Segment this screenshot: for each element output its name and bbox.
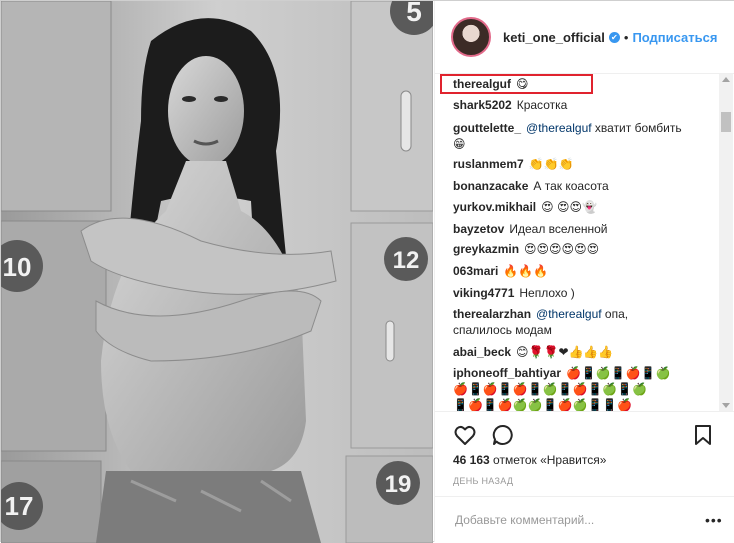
post-time[interactable]: ДЕНЬ НАЗАД: [453, 476, 513, 486]
verified-icon: ✔: [608, 31, 620, 43]
locker-number-10: 10: [3, 252, 32, 282]
instagram-post-window: 5 10 12 17 19 keti_one_official ✔ • Подп…: [0, 0, 734, 543]
comment-username[interactable]: therealarzhan: [453, 307, 531, 321]
comment-username[interactable]: iphoneoff_bahtiyar: [453, 366, 561, 380]
scrollbar-thumb[interactable]: [721, 112, 731, 132]
comment-text: 😍😍😍😍😍😍: [524, 242, 600, 256]
scroll-down-icon[interactable]: [722, 403, 730, 408]
comment-row: viking4771 Неплохо ): [453, 285, 715, 301]
author-username[interactable]: keti_one_official: [503, 30, 605, 45]
comment-username[interactable]: greykazmin: [453, 242, 519, 256]
post-header: keti_one_official ✔ • Подписаться: [435, 1, 734, 74]
comment-text: Идеал вселенной: [509, 222, 608, 236]
comment-row-continuation: 🍎📱🍎📱🍎📱🍏📱🍎📱🍏📱🍏: [453, 381, 715, 397]
comment-username[interactable]: viking4771: [453, 286, 514, 300]
comment-icon[interactable]: [491, 423, 515, 447]
heart-icon[interactable]: [453, 423, 477, 447]
comment-row: abai_beck 😊🌹🌹❤👍👍👍: [453, 344, 715, 360]
locker-number-12: 12: [393, 247, 420, 274]
comment-text: 😁: [453, 137, 466, 151]
comment-username[interactable]: 063mari: [453, 264, 498, 278]
comment-row: bonanzacake А так коасота: [453, 178, 715, 194]
likes-suffix: отметок «Нравится»: [489, 453, 607, 467]
comment-text: 👏👏👏: [528, 157, 574, 171]
header-text: keti_one_official ✔ • Подписаться: [503, 30, 717, 45]
avatar[interactable]: [451, 17, 491, 57]
comments-list[interactable]: therealguf 😋 shark5202 Красотка gouttelett…: [435, 74, 734, 411]
comment-input[interactable]: [453, 510, 697, 530]
comment-text: Неплохо ): [519, 286, 575, 300]
comments-scrollbar[interactable]: [719, 74, 733, 411]
comment-text: А так коасота: [533, 179, 609, 193]
action-bar: [435, 411, 734, 454]
locker-number-5: 5: [406, 1, 422, 27]
comment-text: 🍎📱🍏📱🍎📱🍏: [566, 366, 671, 380]
comment-text: 🍎📱🍎📱🍎📱🍏📱🍎📱🍏📱🍏: [453, 382, 648, 396]
likes-number: 46 163: [453, 453, 490, 467]
comment-row: therealarzhan @therealguf опа,: [453, 306, 715, 322]
scroll-up-icon[interactable]: [722, 77, 730, 82]
comment-row: therealguf 😋: [453, 76, 715, 92]
comment-username[interactable]: bayzetov: [453, 222, 504, 236]
locker-number-17: 17: [5, 491, 34, 521]
comment-text: 📱🍎📱🍎🍏🍏📱🍎🍏📱📱🍎: [453, 398, 633, 411]
comment-mention[interactable]: @therealguf: [536, 307, 602, 321]
post-photo[interactable]: 5 10 12 17 19: [1, 1, 433, 543]
comment-text: 😊🌹🌹❤👍👍👍: [516, 345, 614, 359]
comment-row: greykazmin 😍😍😍😍😍😍: [453, 241, 715, 257]
comment-row: 063mari 🔥🔥🔥: [453, 263, 715, 279]
photo-illustration: 5 10 12 17 19: [1, 1, 433, 543]
comment-username[interactable]: shark5202: [453, 98, 512, 112]
comment-text: спалилось модам: [453, 323, 552, 337]
comment-text: хватит бомбить: [591, 121, 682, 135]
post-details-panel: keti_one_official ✔ • Подписаться therea…: [434, 1, 734, 542]
comment-row: shark5202 Красотка: [453, 97, 715, 113]
follow-button[interactable]: Подписаться: [632, 30, 717, 45]
comment-row-continuation: 📱🍎📱🍎🍏🍏📱🍎🍏📱📱🍎: [453, 397, 715, 411]
comment-username[interactable]: ruslanmem7: [453, 157, 524, 171]
comment-row: ruslanmem7 👏👏👏: [453, 156, 715, 172]
likes-count[interactable]: 46 163 отметок «Нравится»: [453, 453, 606, 467]
locker-number-19: 19: [385, 471, 412, 498]
comment-row: bayzetov Идеал вселенной: [453, 221, 715, 237]
comment-text: опа,: [601, 307, 629, 321]
comment-text: 🔥🔥🔥: [503, 264, 549, 278]
comment-username[interactable]: bonanzacake: [453, 179, 528, 193]
comment-text: 😍 😍😍👻: [541, 200, 597, 214]
comment-row: yurkov.mikhail 😍 😍😍👻: [453, 199, 715, 215]
comment-username[interactable]: gouttelette_: [453, 121, 521, 135]
comment-row: gouttelette_ @therealguf хватит бомбить: [453, 120, 715, 136]
comment-text: 😋: [516, 77, 529, 91]
comment-text: Красотка: [516, 98, 568, 112]
comment-row: iphoneoff_bahtiyar 🍎📱🍏📱🍎📱🍏: [453, 365, 715, 381]
add-comment-area: •••: [435, 496, 734, 543]
header-separator: •: [623, 29, 629, 45]
comment-username[interactable]: abai_beck: [453, 345, 511, 359]
comment-username[interactable]: therealguf: [453, 77, 511, 91]
more-icon[interactable]: •••: [705, 512, 723, 528]
comment-row-continuation: спалилось модам: [453, 322, 715, 338]
comment-mention[interactable]: @therealguf: [526, 121, 592, 135]
bookmark-icon[interactable]: [691, 423, 715, 447]
comment-username[interactable]: yurkov.mikhail: [453, 200, 536, 214]
comment-row-continuation: 😁: [453, 136, 715, 152]
